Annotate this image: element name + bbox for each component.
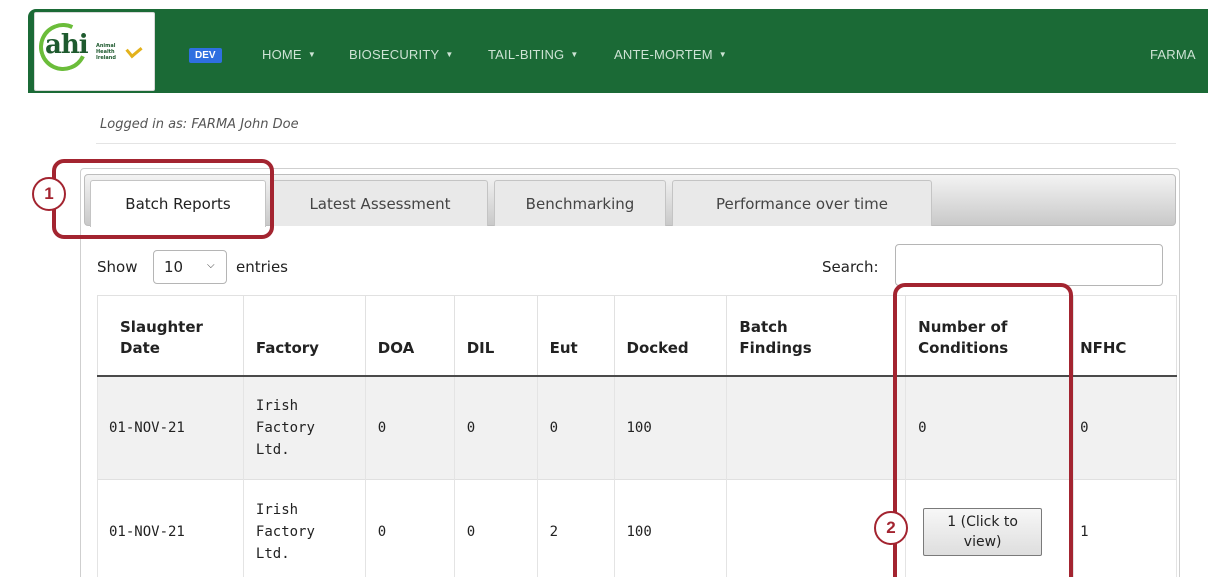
tab-benchmarking[interactable]: Benchmarking bbox=[494, 180, 666, 226]
nav-biosecurity[interactable]: BIOSECURITY ▼ bbox=[349, 47, 453, 62]
callout-box-tabs bbox=[52, 159, 274, 239]
entries-select[interactable]: 10 bbox=[153, 250, 227, 284]
cell-dil: 0 bbox=[454, 375, 538, 480]
divider bbox=[96, 143, 1176, 144]
cell-docked: 100 bbox=[614, 479, 728, 577]
col-eut[interactable]: Eut bbox=[537, 295, 615, 376]
cell-doa: 0 bbox=[365, 479, 455, 577]
logged-in-text: Logged in as: FARMA John Doe bbox=[100, 117, 299, 132]
factory-line: Irish bbox=[255, 501, 299, 518]
col-doa[interactable]: DOA bbox=[365, 295, 455, 376]
factory-line: Ltd. bbox=[255, 441, 290, 458]
chevron-down-icon: ⌵ bbox=[207, 260, 215, 271]
top-navbar: ahi Animal Health Ireland DEV HOME ▼ BIOS… bbox=[28, 9, 1208, 93]
show-label: Show bbox=[97, 258, 138, 276]
cell-eut: 0 bbox=[537, 375, 615, 480]
header-line: Date bbox=[120, 338, 160, 357]
tab-latest-assessment[interactable]: Latest Assessment bbox=[272, 180, 488, 226]
cell-doa: 0 bbox=[365, 375, 455, 480]
nav-home-label: HOME bbox=[262, 47, 302, 62]
cell-eut: 2 bbox=[537, 479, 615, 577]
caret-down-icon: ▼ bbox=[718, 50, 727, 59]
factory-line: Factory bbox=[255, 419, 315, 436]
cell-factory: Irish Factory Ltd. bbox=[243, 375, 366, 480]
col-docked[interactable]: Docked bbox=[614, 295, 728, 376]
cell-date: 01-NOV-21 bbox=[97, 375, 244, 480]
cell-date: 01-NOV-21 bbox=[97, 479, 244, 577]
cell-factory: Irish Factory Ltd. bbox=[243, 479, 366, 577]
caret-down-icon: ▼ bbox=[445, 50, 454, 59]
header-line: Slaughter bbox=[120, 317, 203, 336]
logo-text: ahi bbox=[45, 30, 89, 60]
caret-down-icon: ▼ bbox=[570, 50, 579, 59]
cell-docked: 100 bbox=[614, 375, 728, 480]
env-badge: DEV bbox=[189, 48, 222, 63]
callout-box-conditions bbox=[893, 283, 1073, 577]
callout-number-2: 2 bbox=[874, 511, 908, 545]
nav-ante-mortem[interactable]: ANTE-MORTEM ▼ bbox=[614, 47, 727, 62]
cell-batch-findings bbox=[726, 375, 907, 480]
factory-line: Factory bbox=[255, 523, 315, 540]
search-label: Search: bbox=[822, 258, 879, 276]
entries-label: entries bbox=[236, 258, 288, 276]
caret-down-icon: ▼ bbox=[307, 50, 316, 59]
header-line: Batch bbox=[739, 317, 788, 336]
col-dil[interactable]: DIL bbox=[454, 295, 538, 376]
factory-line: Ltd. bbox=[255, 545, 290, 562]
cell-nfhc: 0 bbox=[1073, 375, 1177, 480]
cell-dil: 0 bbox=[454, 479, 538, 577]
nav-biosecurity-label: BIOSECURITY bbox=[349, 47, 440, 62]
col-batch-findings[interactable]: Batch Findings bbox=[726, 295, 907, 376]
col-factory[interactable]: Factory bbox=[243, 295, 366, 376]
col-nfhc[interactable]: NFHC bbox=[1073, 295, 1177, 376]
nav-ante-mortem-label: ANTE-MORTEM bbox=[614, 47, 713, 62]
nav-user-menu[interactable]: FARMA bbox=[1150, 47, 1196, 62]
tab-performance-over-time[interactable]: Performance over time bbox=[672, 180, 932, 226]
col-slaughter-date[interactable]: Slaughter Date bbox=[97, 295, 244, 376]
header-line: Findings bbox=[739, 338, 812, 357]
cell-nfhc: 1 bbox=[1073, 479, 1177, 577]
search-input[interactable] bbox=[895, 244, 1163, 286]
callout-number-1: 1 bbox=[32, 177, 66, 211]
logo-subtext: Animal Health Ireland bbox=[96, 43, 116, 61]
ahi-logo[interactable]: ahi Animal Health Ireland bbox=[32, 12, 155, 91]
factory-line: Irish bbox=[255, 397, 299, 414]
nav-tail-biting-label: TAIL-BITING bbox=[488, 47, 565, 62]
nav-tail-biting[interactable]: TAIL-BITING ▼ bbox=[488, 47, 578, 62]
nav-home[interactable]: HOME ▼ bbox=[262, 47, 316, 62]
